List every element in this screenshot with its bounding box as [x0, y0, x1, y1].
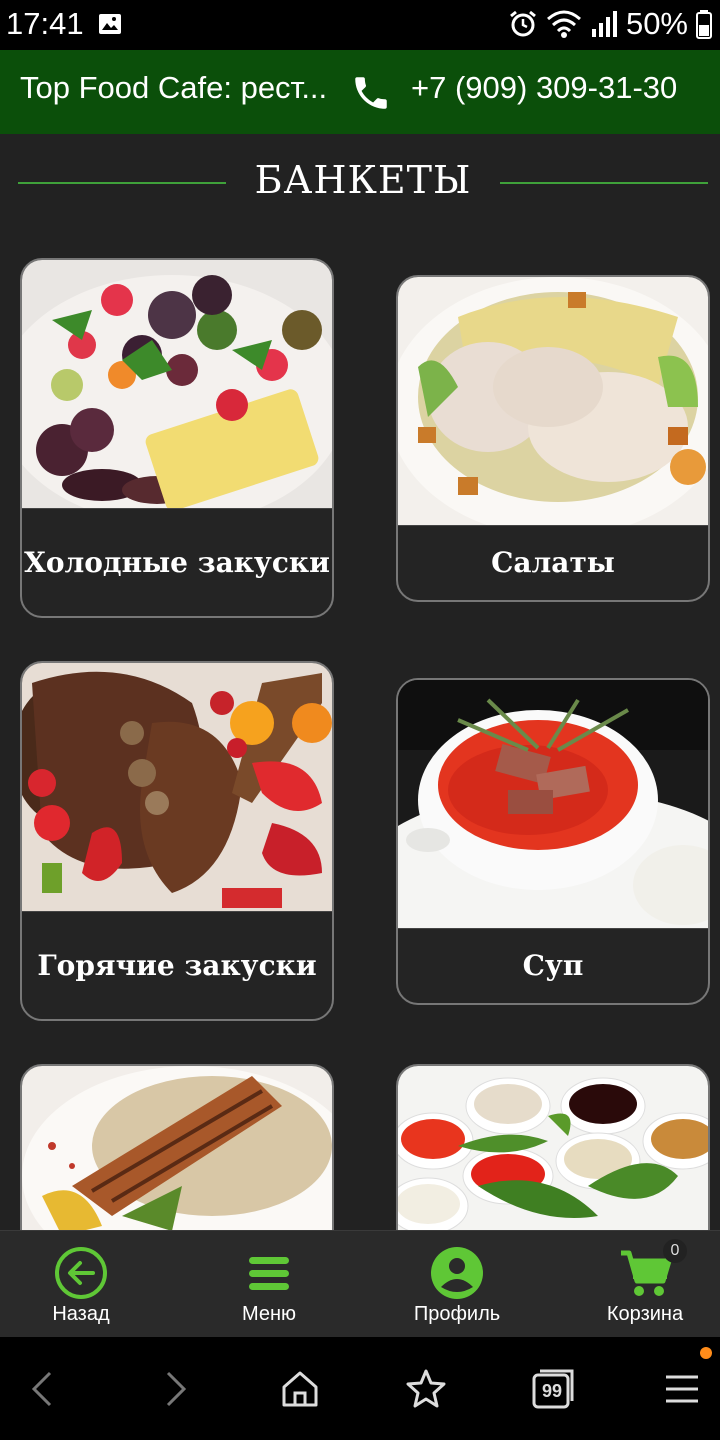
browser-nav-bar: 99: [0, 1337, 720, 1440]
phone-icon[interactable]: [350, 72, 392, 114]
category-card-salads[interactable]: Салаты: [396, 275, 710, 602]
menu-icon[interactable]: [660, 1367, 704, 1411]
category-label: Салаты: [398, 525, 708, 600]
site-title[interactable]: Top Food Cafe: рест...: [20, 70, 327, 106]
wifi-icon: [546, 10, 581, 38]
cart-count-badge: 0: [663, 1239, 687, 1263]
status-indicators: 50%: [508, 6, 712, 42]
fruit-platter-photo: [22, 260, 332, 508]
category-card-cold-appetizers[interactable]: Холодные закуски: [20, 258, 334, 618]
battery-level: 50%: [625, 6, 688, 41]
notification-dot: [700, 1347, 712, 1359]
phone-number[interactable]: +7 (909) 309-31-30: [411, 70, 677, 106]
tabs-count: 99: [541, 1381, 563, 1401]
menu-icon: [249, 1257, 289, 1290]
category-label: Горячие закуски: [22, 911, 332, 1019]
forward-icon[interactable]: [152, 1367, 196, 1411]
site-header: Top Food Cafe: рест... +7 (909) 309-31-3…: [0, 50, 720, 134]
nav-cart-button[interactable]: 0 Корзина: [555, 1231, 720, 1337]
battery-icon: [696, 10, 712, 39]
nav-back-label: Назад: [52, 1303, 110, 1325]
image-icon: [99, 14, 121, 34]
category-label: Холодные закуски: [22, 508, 332, 616]
alarm-icon: [510, 10, 536, 37]
back-arrow-icon: [55, 1247, 107, 1299]
status-bar: 17:41 50%: [0, 0, 720, 50]
profile-icon: [431, 1247, 483, 1299]
category-card-hot-appetizers[interactable]: Горячие закуски: [20, 661, 334, 1021]
category-card-soup[interactable]: Суп: [396, 678, 710, 1005]
signal-icon: [591, 11, 617, 37]
category-label: Суп: [398, 928, 708, 1003]
divider-left: [18, 182, 226, 184]
status-time: 17:41: [6, 6, 84, 41]
app-bottom-nav: Назад Меню Профиль 0 Корзина: [0, 1230, 720, 1337]
divider-right: [500, 182, 708, 184]
nav-cart-label: Корзина: [606, 1303, 684, 1325]
nav-menu-button[interactable]: Меню: [179, 1231, 359, 1337]
nav-profile-button[interactable]: Профиль: [367, 1231, 547, 1337]
chicken-salad-photo: [398, 277, 708, 525]
tabs-button[interactable]: 99: [530, 1367, 576, 1411]
home-icon[interactable]: [278, 1367, 322, 1411]
nav-back-button[interactable]: Назад: [0, 1231, 171, 1337]
back-icon[interactable]: [22, 1367, 66, 1411]
borscht-photo: [398, 680, 708, 928]
roast-meat-photo: [22, 663, 332, 911]
section-title-row: БАНКЕТЫ: [0, 150, 720, 216]
section-title: БАНКЕТЫ: [254, 158, 472, 202]
nav-menu-label: Меню: [241, 1303, 297, 1325]
nav-profile-label: Профиль: [413, 1303, 501, 1325]
favorites-icon[interactable]: [404, 1367, 448, 1411]
